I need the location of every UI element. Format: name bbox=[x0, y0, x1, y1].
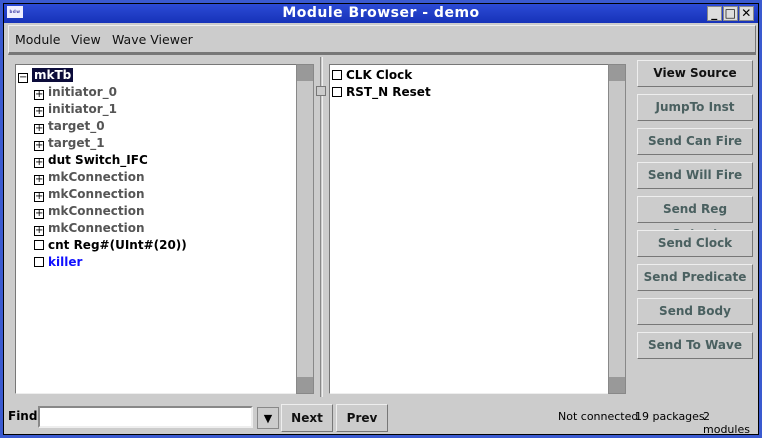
find-label: Find bbox=[8, 409, 38, 423]
send-body-button[interactable]: Send Body bbox=[637, 298, 753, 325]
send-will-fire-button[interactable]: Send Will Fire bbox=[637, 162, 753, 189]
tree-item[interactable]: cnt Reg#(UInt#(20)) bbox=[34, 237, 187, 254]
tree-item[interactable]: killer bbox=[34, 254, 82, 271]
tree-item[interactable]: + mkConnection bbox=[34, 203, 145, 220]
expand-icon[interactable]: + bbox=[34, 90, 44, 100]
tree-item-label: initiator_1 bbox=[48, 102, 117, 116]
scroll-up-icon[interactable] bbox=[297, 65, 313, 81]
tree-item[interactable]: + target_0 bbox=[34, 118, 105, 135]
signal-label: RST_N Reset bbox=[346, 85, 431, 99]
expand-icon[interactable]: + bbox=[34, 158, 44, 168]
module-browser-window: bdw Module Browser - demo _ □ ✕ Module V… bbox=[3, 3, 759, 436]
tree-item[interactable]: + mkConnection bbox=[34, 169, 145, 186]
tree-item-label: mkConnection bbox=[48, 221, 145, 235]
signal-list[interactable]: CLK Clock RST_N Reset bbox=[329, 64, 609, 394]
divider-handle[interactable] bbox=[316, 86, 326, 96]
module-count: 2 modules bbox=[703, 410, 750, 436]
expand-icon[interactable]: + bbox=[34, 107, 44, 117]
find-input[interactable] bbox=[38, 406, 253, 428]
menu-module[interactable]: Module bbox=[15, 32, 60, 47]
signal-item[interactable]: CLK Clock bbox=[332, 67, 412, 84]
tree-item[interactable]: − mkTb bbox=[18, 67, 74, 84]
send-predicate-button[interactable]: Send Predicate bbox=[637, 264, 753, 291]
send-clock-button[interactable]: Send Clock bbox=[637, 230, 753, 257]
tree-item[interactable]: + mkConnection bbox=[34, 220, 145, 237]
jumpto-inst-button[interactable]: JumpTo Inst bbox=[637, 94, 753, 121]
send-can-fire-button[interactable]: Send Can Fire bbox=[637, 128, 753, 155]
find-dropdown[interactable]: ▼ bbox=[257, 407, 279, 429]
scroll-up-icon[interactable] bbox=[609, 65, 625, 81]
tree-item-label: target_1 bbox=[48, 136, 105, 150]
expand-icon[interactable]: + bbox=[34, 209, 44, 219]
maximize-button[interactable]: □ bbox=[723, 6, 738, 21]
tree-item[interactable]: + initiator_0 bbox=[34, 84, 117, 101]
expand-icon[interactable]: + bbox=[34, 192, 44, 202]
scroll-down-icon[interactable] bbox=[609, 377, 625, 393]
close-button[interactable]: ✕ bbox=[739, 6, 754, 21]
app-icon: bdw bbox=[7, 6, 23, 18]
pane-divider[interactable] bbox=[320, 57, 323, 397]
tree-item[interactable]: + dut Switch_IFC bbox=[34, 152, 148, 169]
tree-item-label: mkConnection bbox=[48, 170, 145, 184]
menu-view[interactable]: View bbox=[71, 32, 101, 47]
send-reg-output-button[interactable]: Send Reg Output bbox=[637, 196, 753, 241]
tree-item[interactable]: + target_1 bbox=[34, 135, 105, 152]
expand-icon[interactable]: + bbox=[34, 226, 44, 236]
checkbox-icon[interactable] bbox=[332, 70, 342, 80]
window-title: Module Browser - demo bbox=[282, 5, 480, 21]
minimize-button[interactable]: _ bbox=[707, 6, 722, 21]
expand-icon[interactable]: + bbox=[34, 141, 44, 151]
signal-scrollbar[interactable] bbox=[608, 64, 626, 394]
collapse-icon[interactable]: − bbox=[18, 73, 28, 83]
tree-item-label: cnt Reg#(UInt#(20)) bbox=[48, 238, 187, 252]
prev-button[interactable]: Prev bbox=[336, 404, 388, 432]
menu-bar: Module View Wave Viewer bbox=[8, 25, 756, 55]
expand-icon[interactable]: + bbox=[34, 175, 44, 185]
expand-icon[interactable]: + bbox=[34, 124, 44, 134]
module-tree[interactable]: − mkTb + initiator_0 + initiator_1 + target_0 + t… bbox=[15, 64, 297, 394]
leaf-icon[interactable] bbox=[34, 240, 44, 250]
tree-item-label: mkConnection bbox=[48, 204, 145, 218]
signal-item[interactable]: RST_N Reset bbox=[332, 84, 431, 101]
tree-item-label: mkConnection bbox=[48, 187, 145, 201]
send-to-wave-button[interactable]: Send To Wave bbox=[637, 332, 753, 359]
view-source-button[interactable]: View Source bbox=[637, 60, 753, 87]
package-count: 19 packages bbox=[635, 410, 705, 423]
tree-item-label: killer bbox=[48, 255, 83, 269]
tree-item-label: target_0 bbox=[48, 119, 105, 133]
connection-status: Not connected bbox=[558, 410, 639, 423]
tree-item-label: mkTb bbox=[32, 68, 74, 82]
tree-item[interactable]: + mkConnection bbox=[34, 186, 145, 203]
checkbox-icon[interactable] bbox=[332, 87, 342, 97]
next-button[interactable]: Next bbox=[281, 404, 333, 432]
tree-item-label: dut Switch_IFC bbox=[48, 153, 148, 167]
scroll-down-icon[interactable] bbox=[297, 377, 313, 393]
leaf-icon[interactable] bbox=[34, 257, 44, 267]
signal-label: CLK Clock bbox=[346, 68, 413, 82]
tree-item-label: initiator_0 bbox=[48, 85, 117, 99]
tree-scrollbar[interactable] bbox=[296, 64, 314, 394]
menu-wave-viewer[interactable]: Wave Viewer bbox=[112, 32, 193, 47]
title-bar: bdw Module Browser - demo _ □ ✕ bbox=[4, 4, 758, 23]
chevron-down-icon: ▼ bbox=[263, 412, 273, 425]
tree-item[interactable]: + initiator_1 bbox=[34, 101, 117, 118]
